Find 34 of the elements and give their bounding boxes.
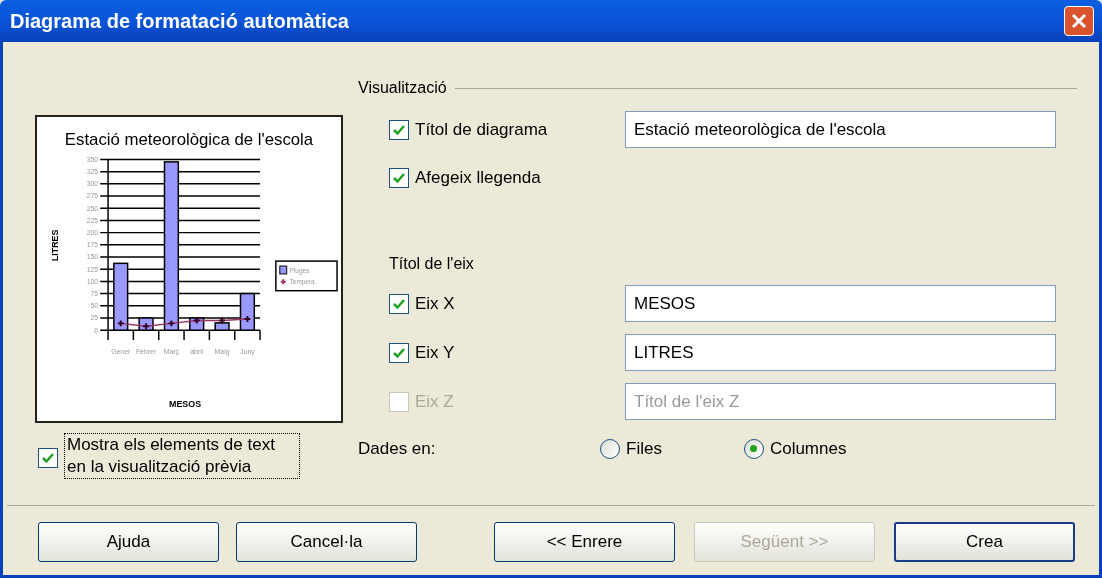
- close-button[interactable]: [1064, 6, 1094, 36]
- text-field[interactable]: LITRES: [625, 334, 1056, 371]
- x-axis-title: MESOS: [169, 399, 202, 410]
- bar: [239, 292, 256, 331]
- section-heading: Visualització: [358, 78, 447, 98]
- check-icon: [41, 451, 55, 465]
- dialog-button[interactable]: << Enrere: [494, 522, 675, 562]
- checkbox[interactable]: [389, 342, 409, 363]
- chart-title: Estació meteorològica de l'escola: [64, 129, 314, 149]
- bar: [214, 322, 230, 331]
- checkbox-label: Afegeix llegenda: [415, 166, 541, 189]
- checkbox-label: Títol de diagrama: [415, 118, 548, 141]
- section-heading: Títol de l'eix: [389, 254, 475, 274]
- checkbox-label: Eix Z: [415, 390, 454, 413]
- dialog-button[interactable]: Cancel·la: [236, 522, 417, 562]
- radio-option[interactable]: Files: [600, 436, 662, 462]
- text-field[interactable]: MESOS: [625, 285, 1056, 322]
- window-title: Diagrama de formatació automàtica: [10, 9, 349, 34]
- y-axis-title: LITRES: [49, 229, 60, 262]
- checkbox[interactable]: [38, 448, 58, 468]
- checkbox-label: Eix Y: [415, 341, 455, 364]
- data-in-label: Dades en:: [358, 438, 437, 460]
- dialog-button[interactable]: Crea: [894, 522, 1075, 562]
- radio-option[interactable]: Columnes: [743, 436, 847, 462]
- text-field[interactable]: Estació meteorològica de l'escola: [625, 111, 1056, 148]
- checkbox[interactable]: [389, 167, 409, 188]
- checkbox[interactable]: [389, 119, 409, 140]
- checkbox-label: Eix X: [415, 292, 455, 315]
- checkbox-label: Mostra els elements de text en la visualització prèvia: [64, 433, 300, 479]
- dialog-button[interactable]: Ajuda: [38, 522, 219, 562]
- checkbox[interactable]: [389, 293, 409, 314]
- chart-legend: [275, 260, 338, 292]
- close-icon: [1071, 13, 1087, 29]
- bar: [113, 262, 129, 331]
